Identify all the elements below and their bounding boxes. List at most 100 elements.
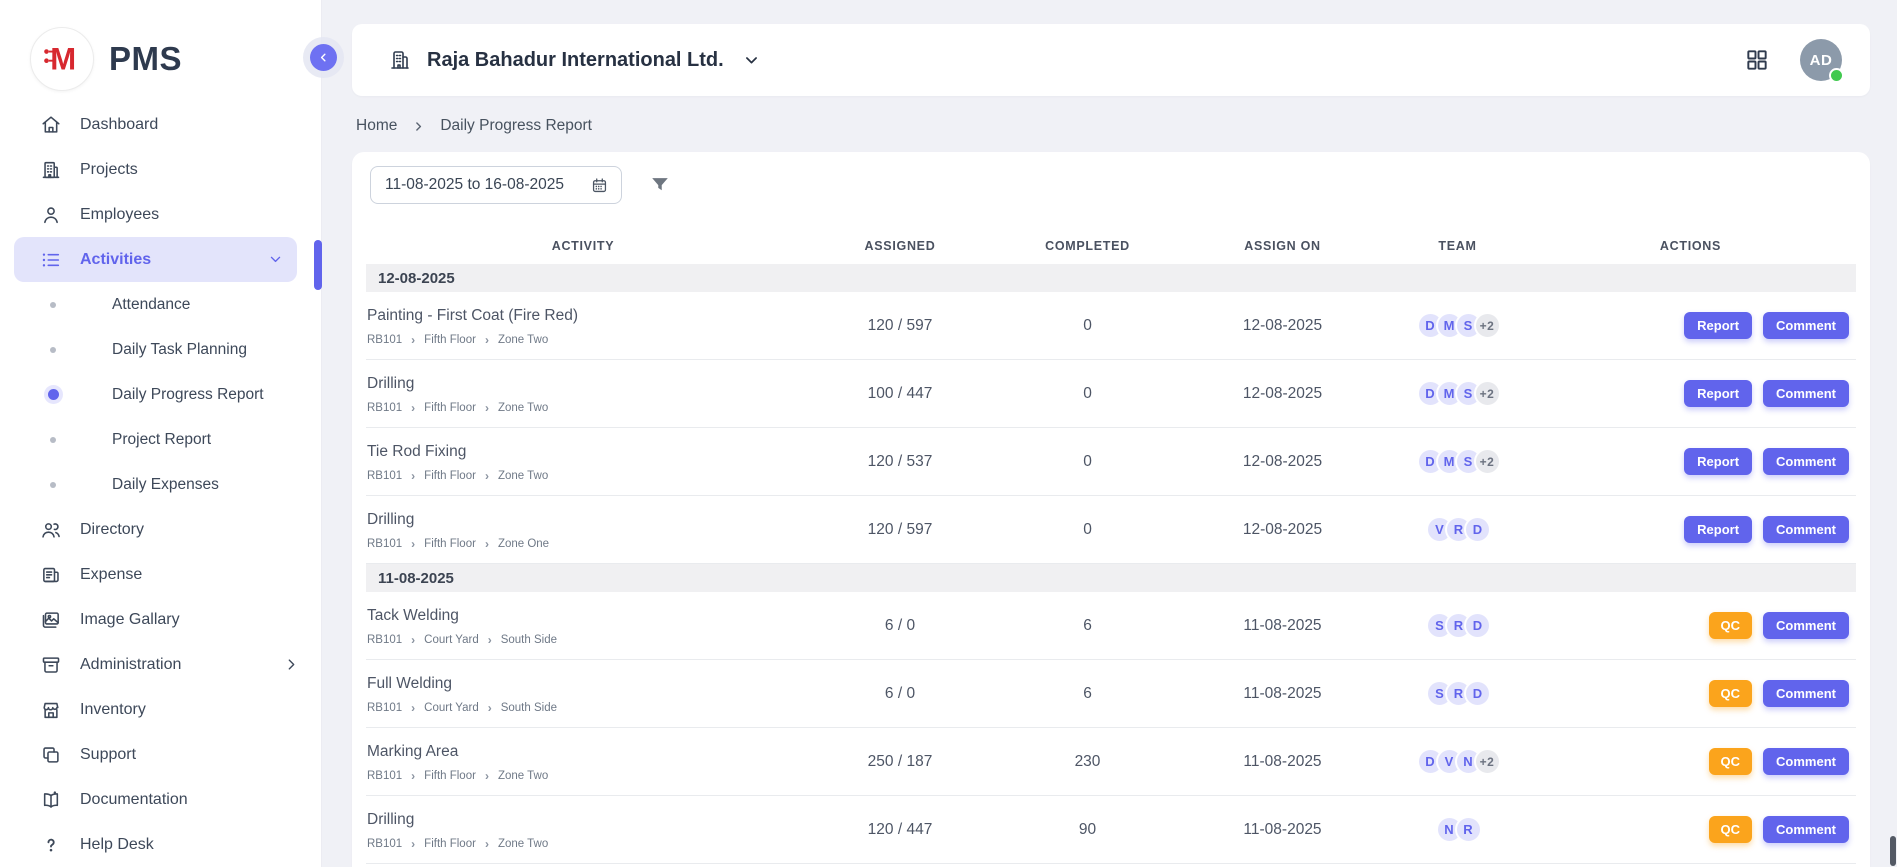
sidebar-subitem-daily-expenses[interactable]: Daily Expenses — [0, 462, 321, 507]
sidebar-subitem-label: Daily Progress Report — [112, 386, 264, 404]
comment-button[interactable]: Comment — [1763, 516, 1849, 543]
report-button[interactable]: Report — [1684, 312, 1752, 339]
bullet-icon — [47, 479, 59, 491]
sidebar-subitem-project-report[interactable]: Project Report — [0, 417, 321, 462]
path-segment: Fifth Floor — [424, 334, 476, 346]
path-segment: Zone Two — [498, 334, 548, 346]
completed-cell: 6 — [1000, 660, 1175, 727]
office-building-icon — [388, 48, 412, 72]
report-button[interactable]: Report — [1684, 380, 1752, 407]
team-avatar[interactable]: +2 — [1474, 380, 1501, 407]
sidebar-item-directory[interactable]: Directory — [0, 507, 321, 552]
chevron-right-icon: › — [485, 770, 489, 782]
breadcrumb-home[interactable]: Home — [356, 117, 397, 135]
qc-button[interactable]: QC — [1709, 612, 1753, 639]
table-body: 12-08-2025 Painting - First Coat (Fire R… — [366, 264, 1856, 864]
sidebar-item-label: Directory — [80, 521, 144, 539]
team-avatar[interactable]: +2 — [1474, 312, 1501, 339]
sidebar-subitem-label: Daily Expenses — [112, 476, 219, 494]
activity-title: Drilling — [367, 811, 414, 829]
qc-button[interactable]: QC — [1709, 748, 1753, 775]
sidebar-item-support[interactable]: Support — [0, 732, 321, 777]
copy-icon — [40, 744, 62, 766]
comment-button[interactable]: Comment — [1763, 380, 1849, 407]
activity-path: RB101›Fifth Floor›Zone One — [367, 538, 549, 550]
comment-button[interactable]: Comment — [1763, 612, 1849, 639]
sidebar-item-image-gallary[interactable]: Image Gallary — [0, 597, 321, 642]
comment-button[interactable]: Comment — [1763, 680, 1849, 707]
activity-title: Full Welding — [367, 675, 452, 693]
comment-button[interactable]: Comment — [1763, 816, 1849, 843]
sidebar-subitem-daily-progress-report[interactable]: Daily Progress Report — [0, 372, 321, 417]
sidebar-subitem-attendance[interactable]: Attendance — [0, 282, 321, 327]
sidebar-item-label: Employees — [80, 206, 159, 224]
bullet-icon — [47, 389, 59, 401]
path-segment: Zone Two — [498, 770, 548, 782]
path-segment: RB101 — [367, 334, 402, 346]
path-segment: Fifth Floor — [424, 402, 476, 414]
assigned-cell: 6 / 0 — [800, 660, 1000, 727]
home-icon — [40, 114, 62, 136]
sidebar-item-projects[interactable]: Projects — [0, 147, 321, 192]
chevron-right-icon: › — [411, 702, 415, 714]
sidebar-item-employees[interactable]: Employees — [0, 192, 321, 237]
path-segment: RB101 — [367, 770, 402, 782]
table-row: Marking Area RB101›Fifth Floor›Zone Two … — [366, 728, 1856, 796]
sidebar-item-documentation[interactable]: Documentation — [0, 777, 321, 822]
filter-funnel-icon[interactable] — [649, 174, 671, 196]
chevron-right-icon: › — [411, 634, 415, 646]
team-avatar[interactable]: +2 — [1474, 748, 1501, 775]
sidebar-item-help-desk[interactable]: Help Desk — [0, 822, 321, 867]
sidebar-item-inventory[interactable]: Inventory — [0, 687, 321, 732]
team-avatar[interactable]: D — [1464, 516, 1491, 543]
sidebar: M PMS Dashboard Projects Employees Activ… — [0, 0, 322, 867]
report-button[interactable]: Report — [1684, 448, 1752, 475]
user-avatar[interactable]: AD — [1800, 39, 1842, 81]
team-avatar[interactable]: R — [1455, 816, 1482, 843]
qc-button[interactable]: QC — [1709, 816, 1753, 843]
apps-grid-icon[interactable] — [1744, 47, 1770, 73]
team-avatar[interactable]: +2 — [1474, 448, 1501, 475]
report-button[interactable]: Report — [1684, 516, 1752, 543]
team-avatar[interactable]: D — [1464, 612, 1491, 639]
book-icon — [40, 789, 62, 811]
sidebar-collapse-button[interactable] — [310, 44, 337, 71]
team-cell: NR — [1390, 796, 1525, 863]
team-cell: DVN+2 — [1390, 728, 1525, 795]
svg-text:M: M — [50, 41, 76, 76]
path-segment: Zone One — [498, 538, 549, 550]
actions-cell: QC Comment — [1525, 728, 1856, 795]
comment-button[interactable]: Comment — [1763, 312, 1849, 339]
date-range-input[interactable]: 11-08-2025 to 16-08-2025 — [370, 166, 622, 204]
column-header-assigned: ASSIGNED — [800, 239, 1000, 253]
assigned-cell: 120 / 597 — [800, 292, 1000, 359]
path-segment: RB101 — [367, 634, 402, 646]
sidebar-item-expense[interactable]: Expense — [0, 552, 321, 597]
activity-path: RB101›Fifth Floor›Zone Two — [367, 334, 548, 346]
brand: M PMS — [0, 0, 321, 100]
sidebar-item-administration[interactable]: Administration — [0, 642, 321, 687]
path-segment: Zone Two — [498, 470, 548, 482]
chevron-right-icon: › — [485, 470, 489, 482]
comment-button[interactable]: Comment — [1763, 748, 1849, 775]
list-icon — [40, 249, 62, 271]
comment-button[interactable]: Comment — [1763, 448, 1849, 475]
bullet-icon — [47, 434, 59, 446]
assign-on-cell: 12-08-2025 — [1175, 292, 1390, 359]
sidebar-item-activities[interactable]: Activities — [14, 237, 297, 282]
assign-on-cell: 11-08-2025 — [1175, 728, 1390, 795]
qc-button[interactable]: QC — [1709, 680, 1753, 707]
team-cell: VRD — [1390, 496, 1525, 563]
sidebar-subitem-daily-task-planning[interactable]: Daily Task Planning — [0, 327, 321, 372]
completed-cell: 6 — [1000, 592, 1175, 659]
team-avatar[interactable]: D — [1464, 680, 1491, 707]
assign-on-cell: 11-08-2025 — [1175, 592, 1390, 659]
chevron-right-icon: › — [411, 334, 415, 346]
question-icon — [40, 834, 62, 856]
sidebar-item-dashboard[interactable]: Dashboard — [0, 102, 321, 147]
activity-title: Tie Rod Fixing — [367, 443, 466, 461]
scrollbar-thumb[interactable] — [1890, 836, 1896, 866]
company-selector[interactable]: Raja Bahadur International Ltd. — [388, 48, 760, 72]
path-segment: Court Yard — [424, 634, 479, 646]
team-cell: DMS+2 — [1390, 292, 1525, 359]
